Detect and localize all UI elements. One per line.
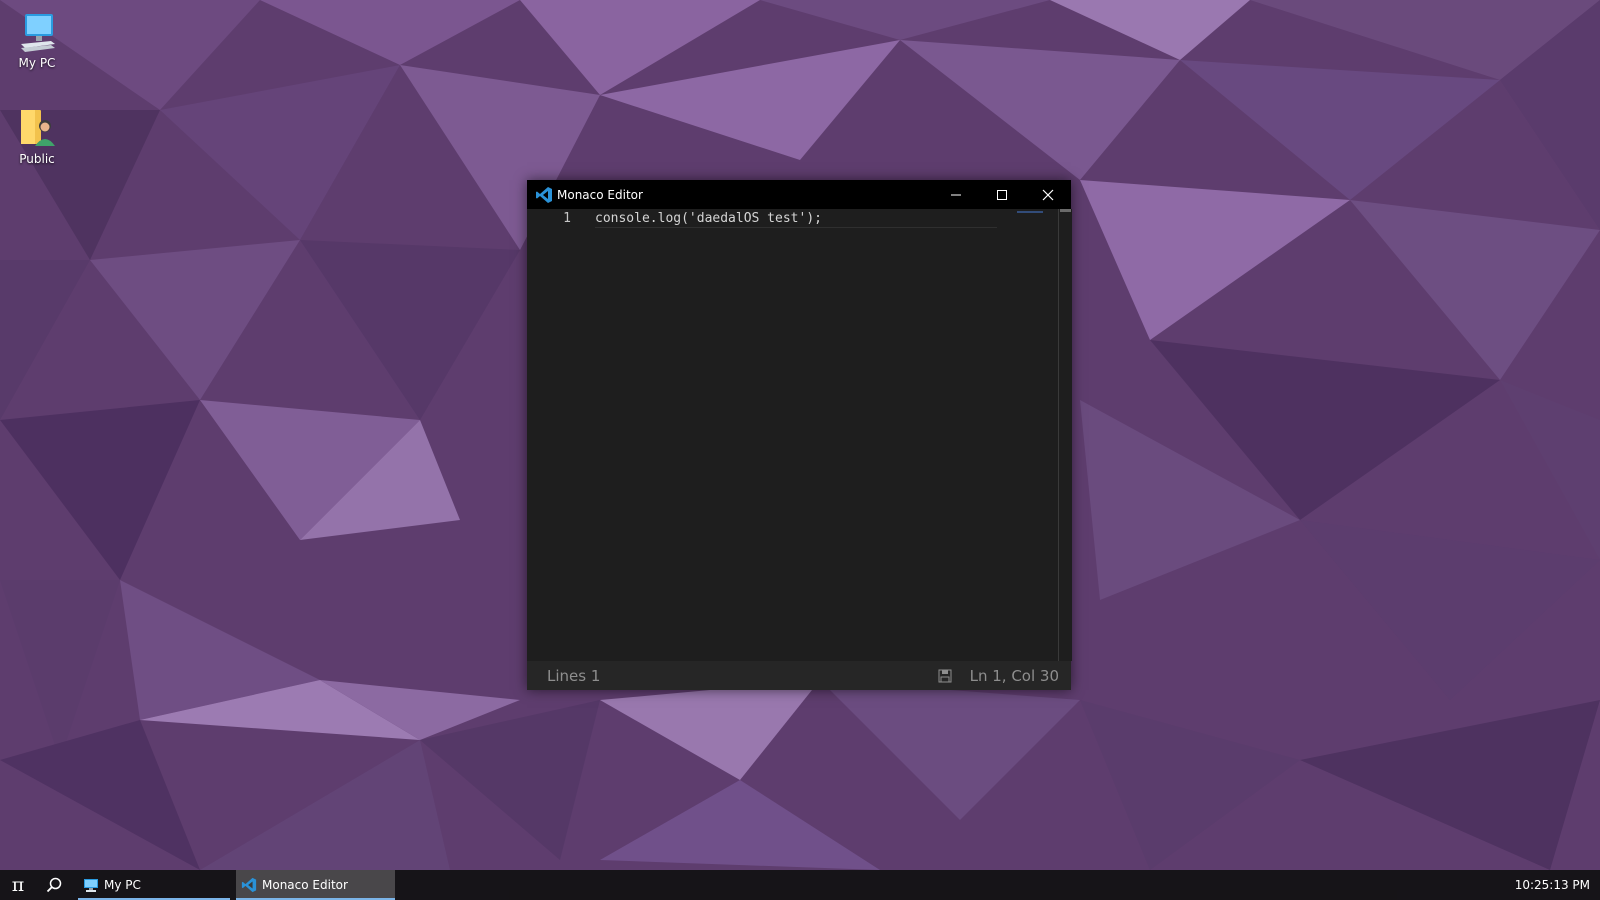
taskbar: π My PC Monaco Editor 10:25:13 PM <box>0 870 1600 900</box>
computer-icon <box>15 10 59 54</box>
status-bar: Lines 1 Ln 1, Col 30 <box>527 661 1071 690</box>
close-button[interactable] <box>1025 180 1071 209</box>
minimize-button[interactable] <box>933 180 979 209</box>
status-lines-count: Lines 1 <box>547 666 601 685</box>
vertical-scrollbar[interactable] <box>1058 209 1072 661</box>
desktop-icon-public[interactable]: Public <box>2 106 72 166</box>
status-cursor-position[interactable]: Ln 1, Col 30 <box>970 667 1059 685</box>
maximize-icon <box>997 189 1007 200</box>
search-button[interactable] <box>36 870 72 900</box>
minimize-icon <box>951 194 961 195</box>
close-icon <box>1042 189 1054 200</box>
minimap-line <box>1017 211 1043 213</box>
vscode-icon <box>241 877 257 893</box>
save-icon[interactable] <box>938 669 952 683</box>
code-editor[interactable]: 1 console.log('daedalOS test'); <box>527 209 1059 661</box>
taskbar-entry-monaco-editor[interactable]: Monaco Editor <box>236 870 395 900</box>
public-folder-icon <box>15 106 59 150</box>
desktop-icon-label: Public <box>19 152 55 166</box>
taskbar-entry-my-pc[interactable]: My PC <box>78 870 230 900</box>
window-title: Monaco Editor <box>557 187 643 202</box>
vscode-icon <box>536 186 552 203</box>
code-line[interactable]: console.log('daedalOS test'); <box>595 211 822 226</box>
computer-icon <box>84 879 98 892</box>
taskbar-clock[interactable]: 10:25:13 PM <box>1515 870 1590 900</box>
desktop-icon-label: My PC <box>18 56 56 70</box>
search-icon <box>46 877 62 893</box>
desktop-icon-my-pc[interactable]: My PC <box>2 10 72 70</box>
scrollbar-thumb[interactable] <box>1060 209 1071 212</box>
line-number: 1 <box>563 211 571 226</box>
start-button[interactable]: π <box>0 870 36 900</box>
current-line-highlight <box>595 227 997 228</box>
window-titlebar[interactable]: Monaco Editor <box>527 180 1071 209</box>
minimap[interactable] <box>1005 209 1053 661</box>
monaco-editor-window: Monaco Editor 1 console.log('daedalOS te… <box>527 180 1072 690</box>
taskbar-entry-label: Monaco Editor <box>262 878 348 892</box>
taskbar-entry-label: My PC <box>104 878 141 892</box>
maximize-button[interactable] <box>979 180 1025 209</box>
